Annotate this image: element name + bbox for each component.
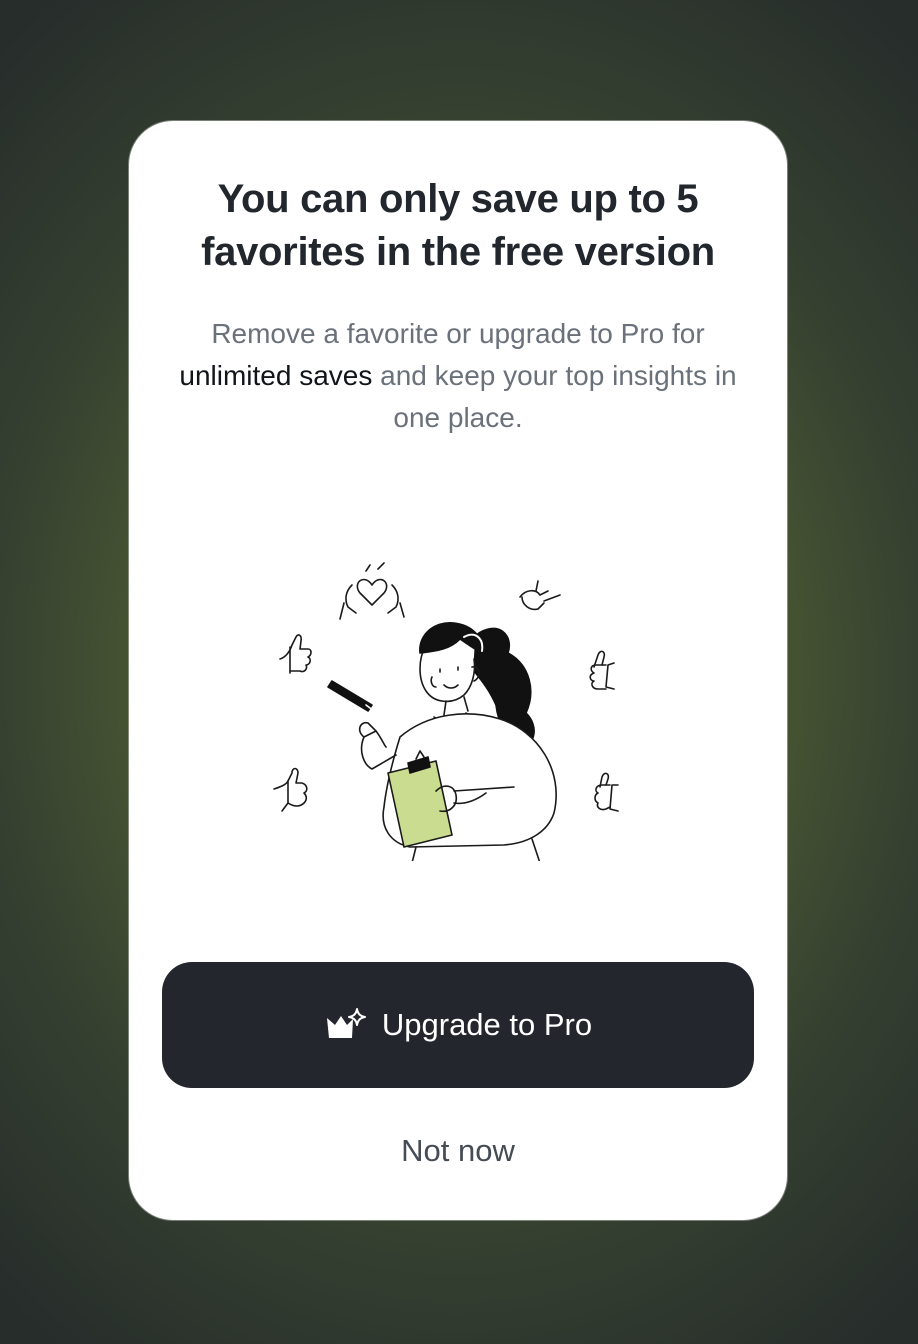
woman-with-clipboard-illustration (273, 562, 619, 861)
thumbs-up-icon (519, 580, 561, 611)
heart-hands-icon (339, 562, 405, 620)
thumbs-up-icon (594, 772, 619, 812)
not-now-button[interactable]: Not now (358, 1126, 558, 1176)
dialog-title: You can only save up to 5 favorites in t… (201, 177, 715, 274)
subtitle-highlight: unlimited saves (179, 360, 373, 391)
upgrade-button-label: Upgrade to Pro (381, 1007, 593, 1042)
dialog-subtitle: Remove a favorite or upgrade to Pro for … (169, 313, 747, 439)
upgrade-to-pro-button[interactable]: Upgrade to Pro (162, 962, 754, 1088)
thumbs-up-icon (279, 634, 312, 674)
thumbs-up-icon (589, 650, 615, 690)
thumbs-up-icon (273, 767, 308, 812)
subtitle-text-part2: and keep your top insights in one place. (372, 360, 737, 433)
crown-sparkle-icon (324, 1007, 366, 1043)
upgrade-dialog: You can only save up to 5 favorites in t… (129, 121, 787, 1220)
subtitle-text-part1: Remove a favorite or upgrade to Pro for (211, 318, 705, 349)
